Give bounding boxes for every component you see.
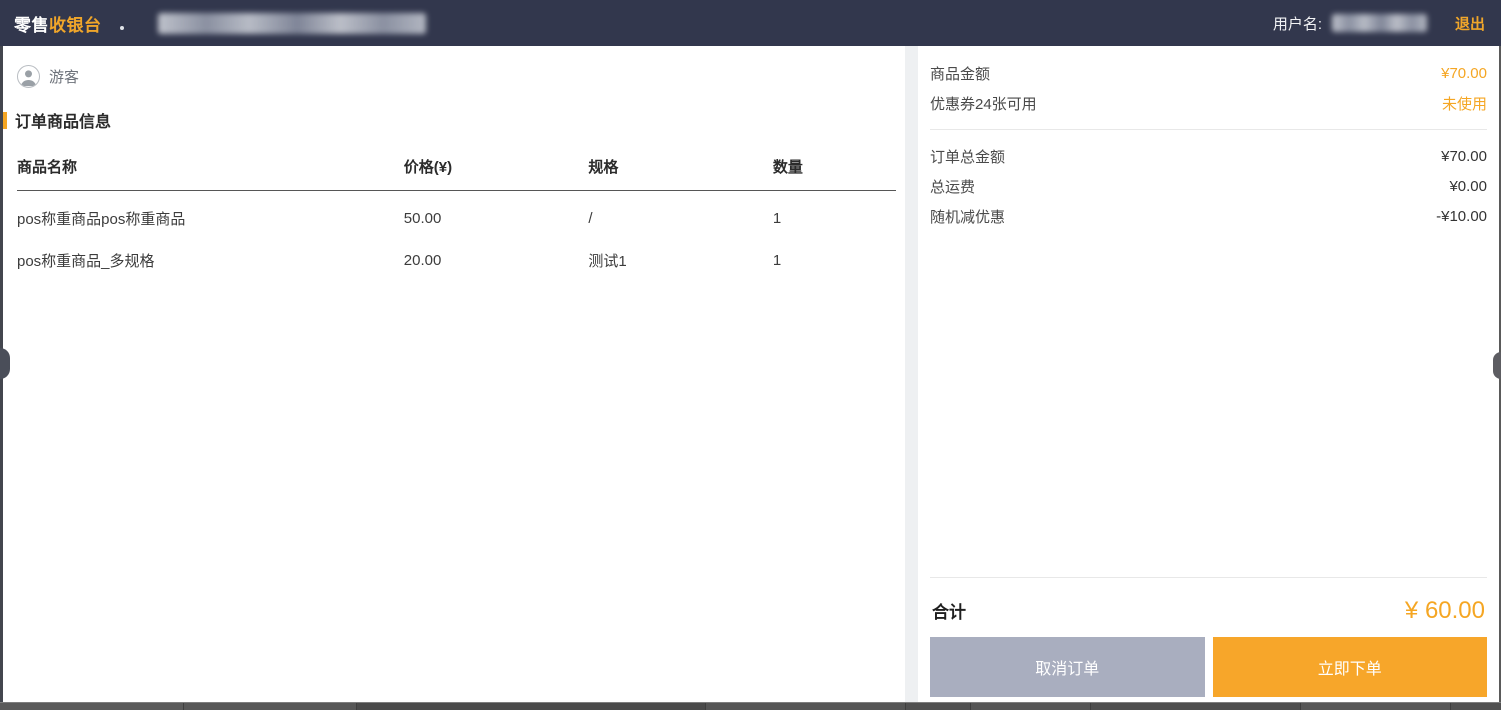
customer-row: 游客	[17, 64, 893, 88]
order-items-table: 商品名称 价格(¥) 规格 数量 pos称重商品pos称重商品 50.00 / …	[17, 150, 896, 275]
cell-qty: 1	[773, 233, 896, 275]
summary-label: 随机减优惠	[930, 206, 1005, 227]
pos-cashier-window: 零售收银台 用户名: 退出 游客 订单商品信息	[0, 0, 1501, 710]
section-accent-bar	[3, 112, 7, 129]
taskbar-segment	[356, 703, 705, 710]
summary-row-goods-amount: 商品金额 ¥70.00	[930, 58, 1487, 88]
app-title-suffix: 收银台	[49, 16, 102, 35]
app-title-prefix: 零售	[14, 16, 49, 35]
taskbar-segment	[1300, 703, 1450, 710]
panel-divider-gap	[905, 46, 918, 702]
summary-row-shipping: 总运费 ¥0.00	[930, 171, 1487, 201]
table-row: pos称重商品_多规格 20.00 测试1 1	[17, 233, 896, 275]
topbar: 零售收银台 用户名: 退出	[0, 0, 1501, 46]
summary-value: ¥70.00	[1441, 148, 1487, 165]
right-drawer-handle[interactable]	[1493, 352, 1501, 379]
summary-row-coupon[interactable]: 优惠券24张可用 未使用	[930, 88, 1487, 118]
table-row: pos称重商品pos称重商品 50.00 / 1	[17, 191, 896, 234]
cell-qty: 1	[773, 191, 896, 234]
redacted-username	[1332, 14, 1427, 32]
customer-name: 游客	[49, 66, 79, 87]
cell-price: 50.00	[404, 191, 589, 234]
taskbar-segment	[705, 703, 905, 710]
summary-main-group: 订单总金额 ¥70.00 总运费 ¥0.00 随机减优惠 -¥10.00	[930, 141, 1487, 231]
summary-value: -¥10.00	[1436, 208, 1487, 225]
app-title: 零售收银台	[14, 11, 102, 36]
total-label: 合计	[932, 598, 966, 623]
taskbar-segment	[183, 703, 356, 710]
taskbar-segment	[905, 703, 970, 710]
summary-label: 订单总金额	[930, 146, 1005, 167]
cell-spec: 测试1	[588, 233, 773, 275]
cancel-order-button[interactable]: 取消订单	[930, 637, 1205, 697]
redacted-store-name	[158, 13, 426, 34]
taskbar-sliver	[0, 702, 1501, 710]
divider	[930, 577, 1487, 578]
total-amount: ¥ 60.00	[1405, 597, 1485, 625]
logout-button[interactable]: 退出	[1455, 13, 1485, 34]
redacted-store-name-dot	[120, 26, 124, 30]
divider	[930, 129, 1487, 130]
col-header-spec: 规格	[588, 150, 773, 191]
main-area: 游客 订单商品信息 商品名称 价格(¥) 规格 数量	[0, 46, 1501, 702]
summary-row-order-total: 订单总金额 ¥70.00	[930, 141, 1487, 171]
summary-row-random-discount: 随机减优惠 -¥10.00	[930, 201, 1487, 231]
taskbar-segment	[1090, 703, 1300, 710]
spacer	[930, 231, 1487, 566]
summary-label: 优惠券24张可用	[930, 93, 1037, 114]
cell-price: 20.00	[404, 233, 589, 275]
section-title-row: 订单商品信息	[17, 110, 893, 130]
cell-spec: /	[588, 191, 773, 234]
taskbar-segment	[970, 703, 1090, 710]
summary-value: ¥0.00	[1449, 178, 1487, 195]
summary-top-group: 商品金额 ¥70.00 优惠券24张可用 未使用	[930, 58, 1487, 118]
taskbar-segment	[1450, 703, 1501, 710]
checkout-summary-panel: 商品金额 ¥70.00 优惠券24张可用 未使用 订单总金额 ¥70.00 总运…	[918, 46, 1501, 702]
cell-product-name: pos称重商品pos称重商品	[17, 191, 404, 234]
action-buttons-row: 取消订单 立即下单	[930, 637, 1487, 697]
order-items-panel: 游客 订单商品信息 商品名称 价格(¥) 规格 数量	[0, 46, 905, 702]
avatar-icon	[17, 65, 40, 88]
col-header-product-name: 商品名称	[17, 150, 404, 191]
summary-label: 总运费	[930, 176, 975, 197]
col-header-qty: 数量	[773, 150, 896, 191]
table-header-row: 商品名称 价格(¥) 规格 数量	[17, 150, 896, 191]
summary-label: 商品金额	[930, 63, 990, 84]
coupon-status[interactable]: 未使用	[1442, 93, 1487, 114]
section-title: 订单商品信息	[15, 108, 111, 132]
cell-product-name: pos称重商品_多规格	[17, 233, 404, 275]
total-row: 合计 ¥ 60.00	[932, 597, 1485, 625]
col-header-price: 价格(¥)	[404, 150, 589, 191]
username-label: 用户名:	[1273, 13, 1322, 34]
taskbar-segment	[0, 703, 183, 710]
summary-value: ¥70.00	[1441, 65, 1487, 82]
submit-order-button[interactable]: 立即下单	[1213, 637, 1488, 697]
